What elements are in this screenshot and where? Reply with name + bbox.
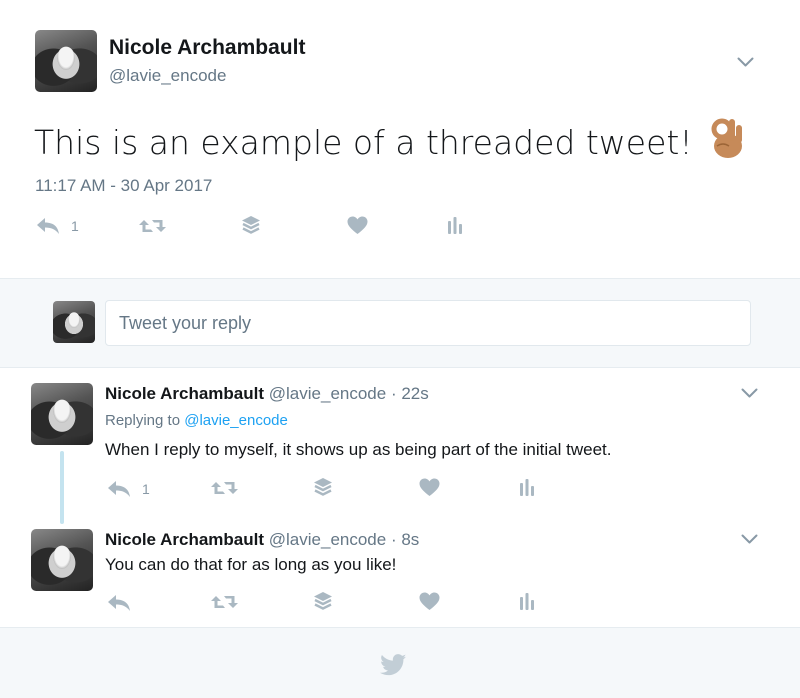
author-handle[interactable]: @lavie_encode	[109, 66, 226, 86]
reply-header: Nicole Archambault @lavie_encode · 8s	[105, 530, 419, 550]
tweet-timestamp[interactable]: 11:17 AM - 30 Apr 2017	[35, 176, 212, 196]
analytics-icon[interactable]	[519, 478, 535, 496]
reply-icon[interactable]	[36, 217, 60, 235]
thread-connector-line	[60, 451, 64, 524]
reply-composer: Tweet your reply	[0, 278, 800, 368]
reply-icon[interactable]	[107, 480, 131, 498]
retweet-icon[interactable]	[211, 593, 238, 611]
heart-icon[interactable]	[347, 216, 368, 235]
chevron-down-icon[interactable]	[737, 55, 754, 73]
replying-to-link[interactable]: @lavie_encode	[184, 412, 288, 429]
reply-header: Nicole Archambault @lavie_encode · 22s	[105, 384, 429, 404]
heart-icon[interactable]	[419, 478, 440, 497]
reply-count: 1	[71, 218, 79, 234]
reply-author-avatar[interactable]	[31, 383, 93, 445]
stack-icon[interactable]	[313, 477, 333, 498]
reply-author-name[interactable]: Nicole Archambault	[105, 530, 264, 549]
thread-footer	[0, 627, 800, 698]
twitter-bird-icon	[380, 654, 407, 676]
reply-author-handle[interactable]: @lavie_encode	[269, 384, 386, 403]
reply-author-handle[interactable]: @lavie_encode	[269, 530, 386, 549]
chevron-down-icon[interactable]	[741, 386, 758, 404]
chevron-down-icon[interactable]	[741, 532, 758, 550]
reply-input[interactable]: Tweet your reply	[105, 300, 751, 346]
stack-icon[interactable]	[313, 591, 333, 612]
ok-hand-emoji	[709, 116, 745, 168]
stack-icon[interactable]	[241, 215, 261, 236]
current-user-avatar	[53, 301, 95, 343]
tweet-text: This is an example of a threaded tweet!	[34, 116, 745, 168]
reply-time[interactable]: · 8s	[391, 530, 419, 549]
retweet-icon[interactable]	[139, 217, 166, 235]
analytics-icon[interactable]	[519, 592, 535, 610]
retweet-icon[interactable]	[211, 479, 238, 497]
analytics-icon[interactable]	[447, 216, 463, 234]
author-avatar[interactable]	[35, 30, 97, 92]
author-name[interactable]: Nicole Archambault	[109, 36, 305, 60]
reply-text: When I reply to myself, it shows up as b…	[105, 440, 612, 459]
reply-author-avatar[interactable]	[31, 529, 93, 591]
reply-icon[interactable]	[107, 594, 131, 612]
reply-text: You can do that for as long as you like!	[105, 555, 397, 574]
reply-time[interactable]: · 22s	[391, 384, 429, 403]
heart-icon[interactable]	[419, 592, 440, 611]
tweet-text-content: This is an example of a threaded tweet!	[34, 123, 693, 162]
replying-to-line: Replying to @lavie_encode	[105, 412, 288, 429]
replying-to-label: Replying to	[105, 412, 181, 429]
reply-count: 1	[142, 481, 150, 497]
reply-author-name[interactable]: Nicole Archambault	[105, 384, 264, 403]
